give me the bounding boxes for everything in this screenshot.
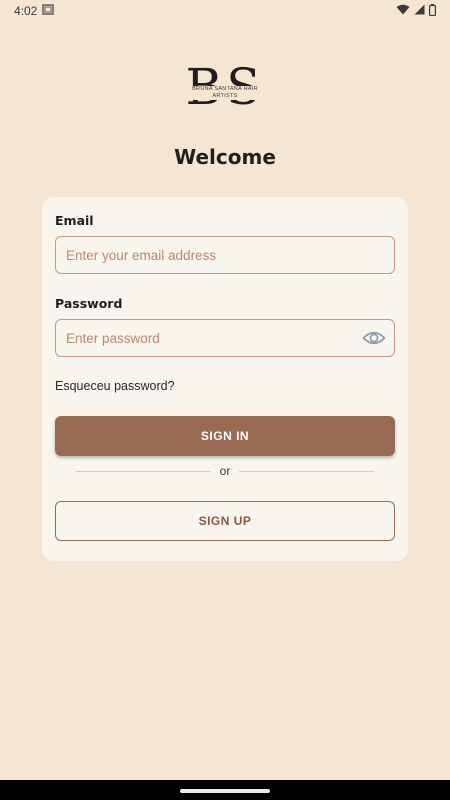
eye-icon[interactable] — [362, 329, 386, 347]
email-field-box — [55, 236, 395, 274]
navigation-bar — [0, 780, 450, 800]
or-label: or — [219, 464, 231, 478]
home-gesture-handle[interactable] — [180, 789, 270, 793]
sign-in-button[interactable]: SIGN IN — [55, 416, 395, 456]
status-time: 4:02 — [14, 4, 38, 18]
status-right — [396, 3, 437, 19]
brand-logo: BS BRUNA SANTANA HAIR ARTISTS — [185, 60, 265, 116]
email-field[interactable] — [56, 237, 394, 273]
divider-line-left — [76, 470, 211, 472]
status-bar: 4:02 — [0, 0, 450, 22]
email-label: Email — [55, 213, 94, 228]
battery-icon — [429, 3, 437, 19]
password-field-box — [55, 319, 395, 357]
forgot-password-link[interactable]: Esqueceu password? — [55, 379, 175, 393]
divider-line-right — [239, 470, 375, 472]
signal-icon — [414, 4, 425, 18]
screenshot-icon — [42, 4, 54, 18]
logo-tagline: BRUNA SANTANA HAIR ARTISTS — [185, 86, 265, 100]
wifi-icon — [396, 4, 410, 18]
status-left: 4:02 — [14, 4, 54, 18]
password-field[interactable] — [56, 320, 394, 356]
login-screen: 4:02 BS BRUNA SANTANA HAIR ARTISTS Welco… — [0, 0, 450, 800]
login-card: Email Password Esqueceu password? SIGN I… — [42, 197, 408, 561]
sign-up-button[interactable]: SIGN UP — [55, 501, 395, 541]
password-label: Password — [55, 296, 123, 311]
or-divider: or — [76, 463, 375, 479]
page-title: Welcome — [174, 145, 276, 169]
